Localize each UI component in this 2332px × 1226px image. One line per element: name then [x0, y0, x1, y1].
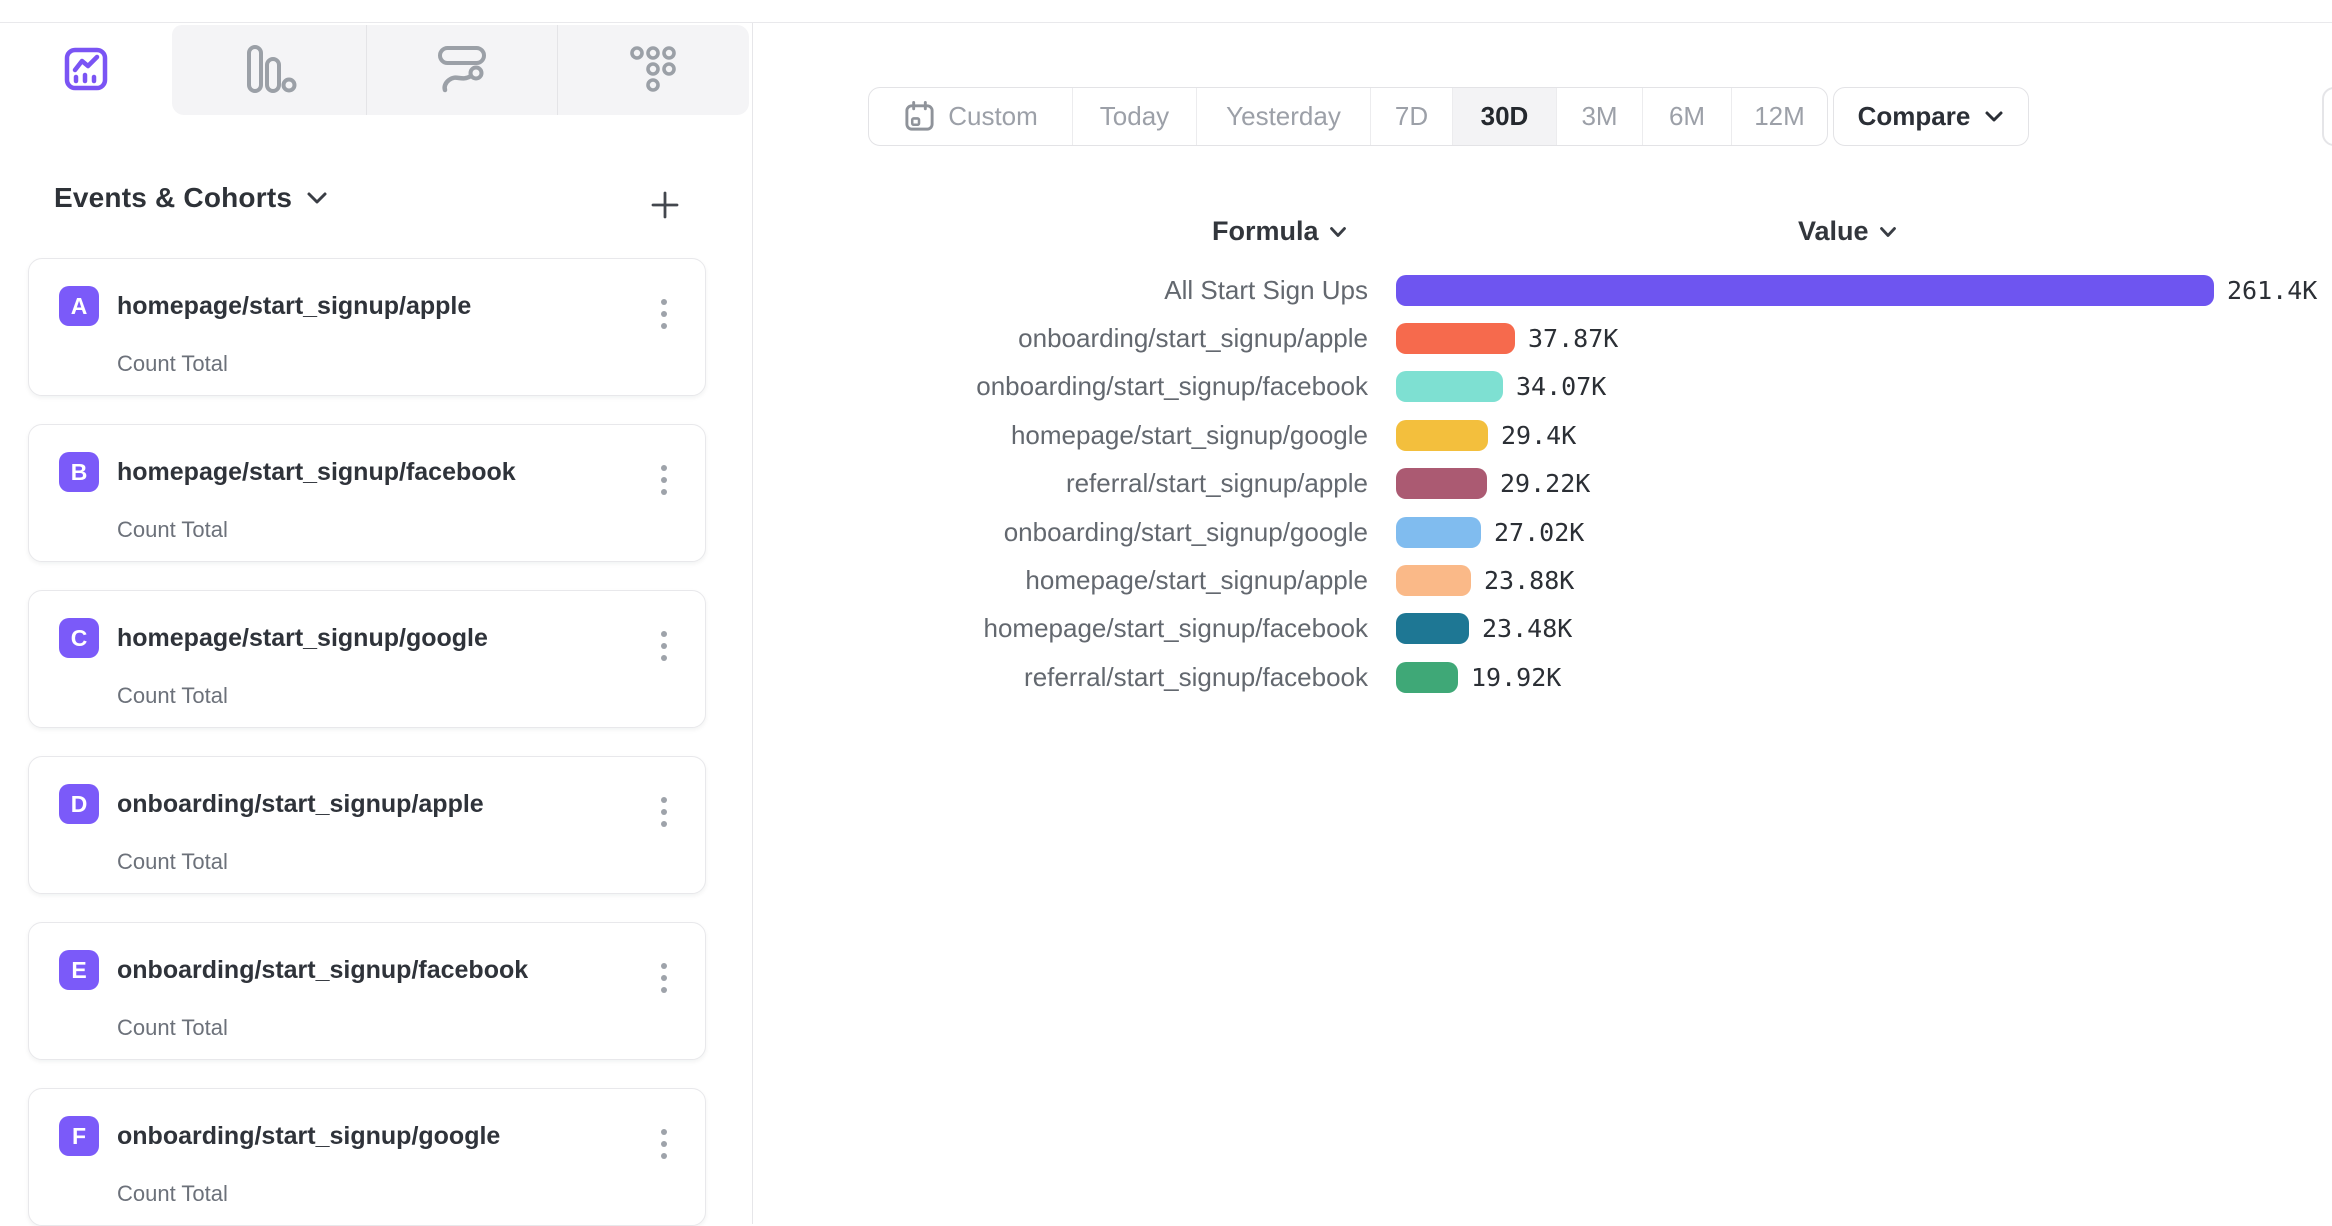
chart-row-label: referral/start_signup/facebook	[0, 662, 1368, 693]
chart-bar[interactable]	[1396, 662, 1458, 693]
chart-row-label: onboarding/start_signup/facebook	[0, 371, 1368, 402]
chart-bar-value: 27.02K	[1494, 518, 1584, 547]
report-type-tabbar	[0, 23, 755, 115]
kebab-menu-icon[interactable]	[655, 1123, 673, 1165]
chart-bar-value: 29.4K	[1501, 421, 1576, 450]
events-cohorts-dropdown[interactable]: Events & Cohorts	[54, 182, 328, 214]
date-range-option[interactable]: Today	[1073, 88, 1197, 145]
chart-bar[interactable]	[1396, 371, 1503, 402]
tab-insights[interactable]	[0, 23, 172, 115]
chart-row: referral/start_signup/apple 29.22K	[0, 460, 2332, 508]
tab-flows[interactable]	[366, 23, 557, 115]
chart-bar-value: 261.4K	[2227, 276, 2317, 305]
chart-row: referral/start_signup/facebook 19.92K	[0, 653, 2332, 701]
chart-row-label: referral/start_signup/apple	[0, 468, 1368, 499]
chart-bar[interactable]	[1396, 323, 1515, 354]
date-range-label: Custom	[948, 101, 1038, 132]
event-card[interactable]: D onboarding/start_signup/apple Count To…	[28, 756, 706, 894]
chart-bar[interactable]	[1396, 468, 1487, 499]
date-range-option[interactable]: 30D	[1453, 88, 1557, 145]
event-name: onboarding/start_signup/facebook	[117, 956, 528, 985]
chart-bar-value: 23.48K	[1482, 614, 1572, 643]
horizontal-bar-chart: All Start Sign Ups 261.4K onboarding/sta…	[0, 266, 2332, 702]
date-range-label: 6M	[1669, 101, 1705, 132]
retention-dots-icon	[628, 44, 678, 94]
kebab-menu-icon[interactable]	[655, 791, 673, 833]
chart-row-label: homepage/start_signup/facebook	[0, 613, 1368, 644]
kebab-menu-icon[interactable]	[655, 957, 673, 999]
date-range-selector: Custom Today Yesterday 7D	[868, 87, 1828, 146]
event-letter-badge: D	[59, 784, 99, 824]
compare-button[interactable]: Compare	[1833, 87, 2029, 146]
event-card[interactable]: F onboarding/start_signup/google Count T…	[28, 1088, 706, 1226]
chart-bar-value: 37.87K	[1528, 324, 1618, 353]
event-measure[interactable]: Count Total	[117, 1181, 228, 1207]
date-range-label: Today	[1100, 101, 1169, 132]
chart-row-label: homepage/start_signup/google	[0, 420, 1368, 451]
event-card[interactable]: E onboarding/start_signup/facebook Count…	[28, 922, 706, 1060]
event-measure[interactable]: Count Total	[117, 1015, 228, 1041]
chart-row: onboarding/start_signup/facebook 34.07K	[0, 363, 2332, 411]
compare-label: Compare	[1858, 101, 1971, 132]
event-letter-badge: E	[59, 950, 99, 990]
date-range-label: 3M	[1581, 101, 1617, 132]
funnel-bars-icon	[241, 41, 297, 97]
date-range-option[interactable]: Yesterday	[1197, 88, 1371, 145]
tab-retention[interactable]	[557, 23, 749, 115]
chart-row: homepage/start_signup/google 29.4K	[0, 411, 2332, 459]
chart-row: All Start Sign Ups 261.4K	[0, 266, 2332, 314]
date-range-label: Yesterday	[1226, 101, 1341, 132]
event-name: onboarding/start_signup/google	[117, 1122, 500, 1151]
date-range-option[interactable]: 3M	[1557, 88, 1643, 145]
date-range-label: 30D	[1481, 101, 1529, 132]
plus-icon	[649, 189, 681, 221]
calendar-icon	[903, 100, 936, 133]
chart-bar-value: 34.07K	[1516, 372, 1606, 401]
chevron-down-icon	[1984, 110, 2004, 123]
value-header-label: Value	[1798, 216, 1869, 247]
chart-bar[interactable]	[1396, 420, 1488, 451]
date-range-option[interactable]: 6M	[1643, 88, 1732, 145]
date-range-label: 12M	[1754, 101, 1805, 132]
chart-row-label: onboarding/start_signup/google	[0, 517, 1368, 548]
chevron-down-icon	[1879, 226, 1897, 238]
flows-icon	[435, 42, 489, 96]
chevron-down-icon	[1329, 226, 1347, 238]
event-measure[interactable]: Count Total	[117, 849, 228, 875]
event-name: onboarding/start_signup/apple	[117, 790, 484, 819]
value-column-header[interactable]: Value	[1798, 216, 1897, 247]
chart-bar[interactable]	[1396, 613, 1469, 644]
chart-row: onboarding/start_signup/google 27.02K	[0, 508, 2332, 556]
add-event-button[interactable]	[644, 184, 686, 226]
formula-header-label: Formula	[1212, 216, 1319, 247]
chart-row: homepage/start_signup/apple 23.88K	[0, 556, 2332, 604]
chart-row-label: All Start Sign Ups	[0, 275, 1368, 306]
chevron-down-icon	[306, 191, 328, 205]
chart-bar-value: 23.88K	[1484, 566, 1574, 595]
chart-bar[interactable]	[1396, 565, 1471, 596]
chart-bar-value: 29.22K	[1500, 469, 1590, 498]
chart-bar[interactable]	[1396, 275, 2214, 306]
date-range-label: 7D	[1395, 101, 1428, 132]
formula-column-header[interactable]: Formula	[1212, 216, 1347, 247]
events-cohorts-title: Events & Cohorts	[54, 182, 292, 214]
date-range-option[interactable]: 7D	[1371, 88, 1453, 145]
date-range-option[interactable]: Custom	[869, 88, 1073, 145]
chart-row: onboarding/start_signup/apple 37.87K	[0, 314, 2332, 362]
date-range-option[interactable]: 12M	[1732, 88, 1827, 145]
chart-bar-value: 19.92K	[1471, 663, 1561, 692]
event-letter-badge: F	[59, 1116, 99, 1156]
chart-row-label: homepage/start_signup/apple	[0, 565, 1368, 596]
tab-funnels[interactable]	[172, 23, 366, 115]
chart-row: homepage/start_signup/facebook 23.48K	[0, 605, 2332, 653]
line-chart-icon	[63, 46, 109, 92]
chart-row-label: onboarding/start_signup/apple	[0, 323, 1368, 354]
chart-bar[interactable]	[1396, 517, 1481, 548]
clipped-right-button[interactable]	[2322, 87, 2332, 146]
